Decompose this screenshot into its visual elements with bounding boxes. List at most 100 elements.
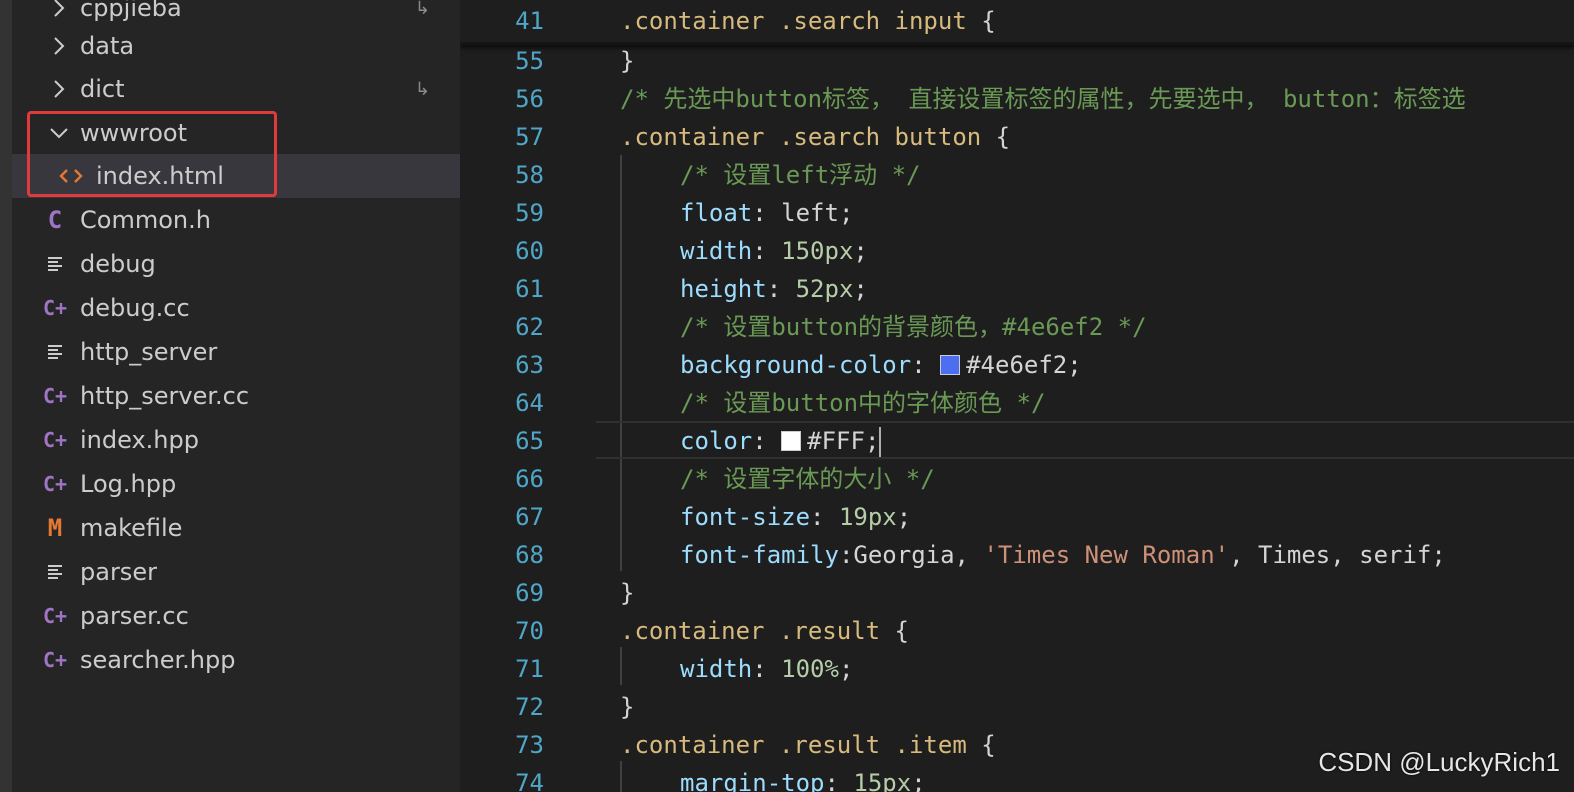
html-file-icon bbox=[56, 167, 86, 185]
corner-arrow-icon: ↳ bbox=[414, 78, 430, 100]
tree-item-parser-cc[interactable]: C+ parser.cc bbox=[12, 594, 460, 638]
tree-item-label: index.hpp bbox=[80, 426, 199, 454]
tree-item-index-html[interactable]: index.html bbox=[12, 154, 460, 198]
css-selector: .container .result .item bbox=[620, 731, 967, 759]
tree-item-label: cppjieba bbox=[80, 0, 182, 22]
css-selector: .container .search input bbox=[620, 7, 967, 35]
css-property: margin-top bbox=[680, 769, 825, 792]
line-number: 57 bbox=[515, 123, 544, 151]
css-property: width bbox=[680, 655, 753, 683]
tree-item-label: Common.h bbox=[80, 206, 211, 234]
line-number: 70 bbox=[515, 617, 544, 645]
chevron-right-icon bbox=[44, 74, 74, 104]
open-brace: { bbox=[880, 617, 909, 645]
code-line: 64 /* 设置button中的字体颜色 */ bbox=[460, 384, 1574, 422]
css-value: , Times, serif bbox=[1229, 541, 1432, 569]
line-number: 73 bbox=[515, 731, 544, 759]
code-line: 69 } bbox=[460, 574, 1574, 612]
tree-item-log-hpp[interactable]: C+ Log.hpp bbox=[12, 462, 460, 506]
tree-item-label: dict bbox=[80, 75, 125, 103]
css-property: float bbox=[680, 199, 753, 227]
code-comment: /* 设置button的背景颜色，#4e6ef2 */ bbox=[680, 313, 1147, 341]
semicolon: ; bbox=[864, 427, 880, 455]
code-comment: /* 设置button中的字体颜色 */ bbox=[680, 389, 1046, 417]
tree-item-index-hpp[interactable]: C+ index.hpp bbox=[12, 418, 460, 462]
cpp-file-icon: C+ bbox=[42, 296, 68, 320]
code-line: 56 /* 先选中button标签， 直接设置标签的属性，先要选中， butto… bbox=[460, 80, 1574, 118]
tree-item-label: debug bbox=[80, 250, 156, 278]
css-number: 150px bbox=[781, 237, 854, 265]
tree-item-data[interactable]: data bbox=[12, 24, 460, 68]
code-line: 58 /* 设置left浮动 */ bbox=[460, 156, 1574, 194]
line-number: 55 bbox=[515, 47, 544, 75]
tree-item-label: http_server bbox=[80, 338, 218, 366]
tree-item-parser[interactable]: parser bbox=[12, 550, 460, 594]
semicolon: ; bbox=[896, 503, 912, 531]
tree-item-makefile[interactable]: M makefile bbox=[12, 506, 460, 550]
c-file-icon: C bbox=[47, 206, 63, 234]
code-line: 66 /* 设置字体的大小 */ bbox=[460, 460, 1574, 498]
code-comment: /* 设置left浮动 */ bbox=[680, 161, 921, 189]
close-brace: } bbox=[620, 693, 635, 721]
tree-item-label: data bbox=[80, 32, 135, 60]
css-selector: .container .result bbox=[620, 617, 881, 645]
semicolon: ; bbox=[853, 237, 868, 265]
line-number: 41 bbox=[515, 7, 544, 35]
tree-item-label: searcher.hpp bbox=[80, 646, 236, 674]
semicolon: ; bbox=[853, 275, 868, 303]
line-number: 60 bbox=[515, 237, 544, 265]
line-number: 71 bbox=[515, 655, 544, 683]
css-value: #4e6ef2 bbox=[966, 351, 1068, 379]
css-selector: .container .search button bbox=[620, 123, 982, 151]
code-line: 55 } bbox=[460, 42, 1574, 80]
cpp-file-icon: C+ bbox=[42, 384, 68, 408]
line-number: 64 bbox=[515, 389, 544, 417]
css-property: font-family bbox=[680, 541, 839, 569]
vscode-window: cppjieba ↳ data dict ↳ wwwroot index.htm… bbox=[0, 0, 1574, 792]
tree-item-label: debug.cc bbox=[80, 294, 190, 322]
css-property: height bbox=[680, 275, 767, 303]
css-property: background-color bbox=[680, 351, 912, 379]
code-line: 59 float: left; bbox=[460, 194, 1574, 232]
code-comment: /* 先选中button标签， 直接设置标签的属性，先要选中， button：标… bbox=[620, 85, 1466, 113]
sticky-scroll-header[interactable]: 41 .container .search input { bbox=[460, 0, 1574, 45]
color-swatch[interactable] bbox=[781, 431, 802, 451]
code-line: 65 color: #FFF; bbox=[460, 422, 1574, 460]
cpp-file-icon: C+ bbox=[42, 428, 68, 452]
close-brace: } bbox=[620, 47, 635, 75]
tree-item-label: parser.cc bbox=[80, 602, 189, 630]
line-number: 68 bbox=[515, 541, 544, 569]
css-number: 15px bbox=[853, 769, 912, 792]
code-line: 41 .container .search input { bbox=[460, 2, 1574, 40]
chevron-down-icon bbox=[44, 118, 74, 148]
cpp-file-icon: C+ bbox=[42, 472, 68, 496]
tree-item-debug[interactable]: debug bbox=[12, 242, 460, 286]
line-number: 63 bbox=[515, 351, 544, 379]
tree-item-label: Log.hpp bbox=[80, 470, 177, 498]
line-number: 69 bbox=[515, 579, 544, 607]
line-number: 65 bbox=[515, 427, 544, 455]
tree-item-common-h[interactable]: C Common.h bbox=[12, 198, 460, 242]
css-value: Georgia, bbox=[853, 541, 984, 569]
text-file-icon bbox=[40, 343, 70, 361]
cpp-file-icon: C+ bbox=[42, 604, 68, 628]
tree-item-searcher-hpp[interactable]: C+ searcher.hpp bbox=[12, 638, 460, 682]
code-editor[interactable]: 41 .container .search input { 55 } 56 /*… bbox=[460, 0, 1574, 792]
color-swatch[interactable] bbox=[940, 355, 961, 375]
corner-arrow-icon: ↳ bbox=[414, 0, 430, 19]
close-brace: } bbox=[620, 579, 635, 607]
code-line: 63 background-color: #4e6ef2; bbox=[460, 346, 1574, 384]
css-number: 52px bbox=[795, 275, 854, 303]
watermark: CSDN @LuckyRich1 bbox=[1318, 747, 1560, 777]
semicolon: ; bbox=[1431, 541, 1446, 569]
css-property: font-size bbox=[680, 503, 811, 531]
makefile-icon: M bbox=[47, 514, 63, 542]
chevron-right-icon bbox=[44, 0, 74, 23]
tree-item-http-server-cc[interactable]: C+ http_server.cc bbox=[12, 374, 460, 418]
tree-item-wwwroot[interactable]: wwwroot bbox=[12, 111, 460, 155]
line-number: 67 bbox=[515, 503, 544, 531]
tree-item-dict[interactable]: dict ↳ bbox=[12, 67, 460, 111]
tree-item-debug-cc[interactable]: C+ debug.cc bbox=[12, 286, 460, 330]
line-number: 72 bbox=[515, 693, 544, 721]
tree-item-http-server[interactable]: http_server bbox=[12, 330, 460, 374]
